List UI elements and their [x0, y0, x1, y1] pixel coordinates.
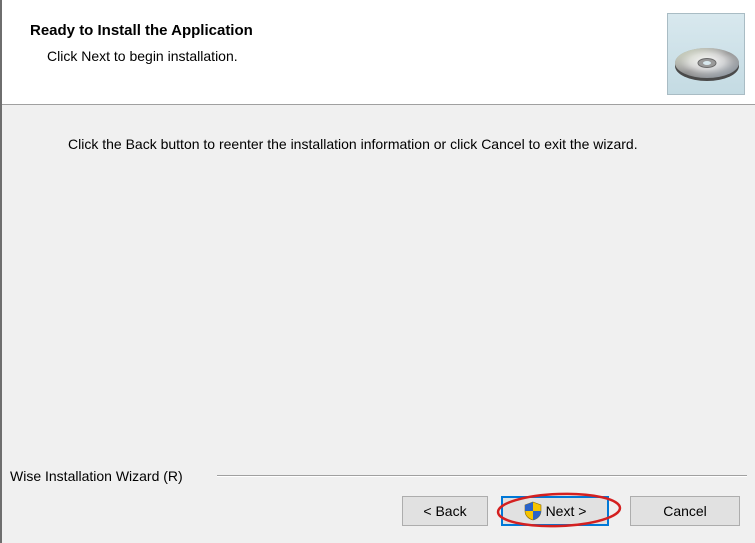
- cd-disc-icon: [667, 13, 745, 95]
- instructions-text: Click the Back button to reenter the ins…: [68, 136, 638, 152]
- wizard-brand-label: Wise Installation Wizard (R): [10, 468, 191, 484]
- page-subtitle: Click Next to begin installation.: [47, 48, 238, 64]
- uac-shield-icon: [524, 501, 542, 521]
- footer-divider: [217, 475, 747, 477]
- cancel-button-label: Cancel: [663, 503, 707, 519]
- next-button[interactable]: Next >: [501, 496, 609, 526]
- back-button[interactable]: < Back: [402, 496, 488, 526]
- wizard-header: Ready to Install the Application Click N…: [2, 0, 755, 105]
- installer-window: Ready to Install the Application Click N…: [0, 0, 755, 543]
- cancel-button[interactable]: Cancel: [630, 496, 740, 526]
- page-title: Ready to Install the Application: [30, 22, 253, 39]
- next-button-label: Next >: [545, 503, 587, 519]
- back-button-label: < Back: [423, 503, 467, 519]
